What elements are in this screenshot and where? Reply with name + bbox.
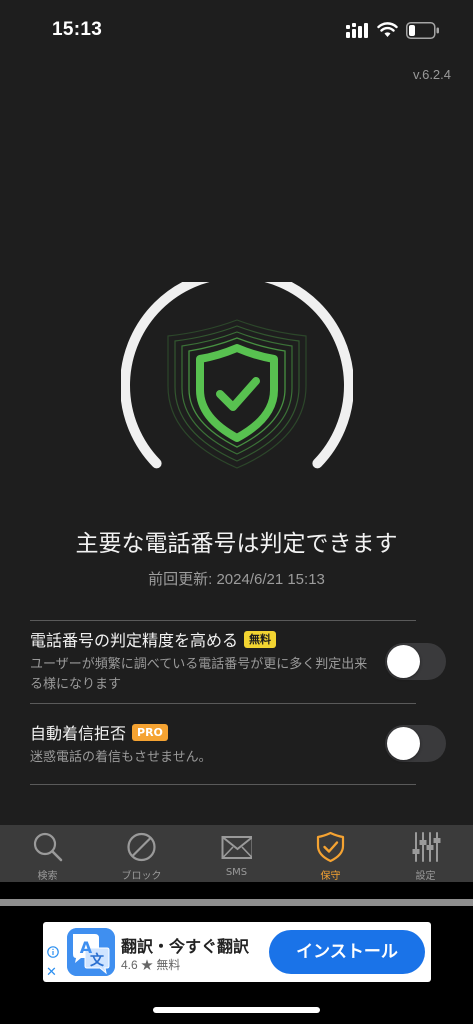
tab-label: 検索: [37, 871, 58, 882]
toggle-knob: [387, 645, 420, 678]
ad-app-name: 翻訳・今すぐ翻訳: [121, 937, 250, 956]
accuracy-toggle[interactable]: [385, 643, 446, 680]
divider: [30, 703, 416, 704]
setting-accuracy-description: ユーザーが頻繁に調べている電話番号が更に多く判定出来る様になります: [30, 657, 368, 692]
setting-autoblock-title: 自動着信拒否 PRO: [30, 720, 168, 744]
tab-label: SMS: [225, 867, 248, 878]
close-icon[interactable]: ✕: [46, 964, 57, 980]
version-label: v.6.2.4: [412, 67, 451, 82]
setting-autoblock-label: 自動着信拒否: [30, 724, 127, 743]
install-button[interactable]: インストール: [269, 930, 425, 974]
tab-sms[interactable]: SMS: [189, 825, 284, 882]
status-time: 15:13: [52, 19, 103, 40]
divider: [30, 784, 416, 785]
toggle-knob: [387, 727, 420, 760]
sliders-icon: [412, 832, 441, 862]
tab-label: 保守: [320, 871, 341, 882]
tab-settings[interactable]: 設定: [378, 825, 473, 882]
battery-icon: [406, 22, 439, 39]
tab-block[interactable]: ブロック: [94, 825, 189, 882]
last-update-label: 前回更新: 2024/6/21 15:13: [148, 571, 325, 588]
setting-accuracy-label: 電話番号の判定精度を高める: [30, 631, 239, 650]
cellular-signal-icon: [346, 23, 368, 38]
ad-separator: [0, 899, 473, 906]
info-icon[interactable]: [47, 946, 59, 958]
shield-check-icon: [316, 831, 345, 863]
translate-icon: A 文: [67, 928, 115, 976]
ad-rating: 4.6 ★ 無料: [121, 958, 181, 972]
wifi-icon: [377, 22, 398, 37]
free-badge: 無料: [244, 630, 277, 648]
divider: [30, 620, 416, 621]
search-icon: [33, 832, 63, 862]
status-headline: 主要な電話番号は判定できます: [75, 531, 398, 557]
shield-check-icon: [167, 319, 307, 469]
setting-autoblock-description: 迷惑電話の着信もさせません。: [30, 750, 212, 765]
tab-search[interactable]: 検索: [0, 825, 95, 882]
tab-maintenance[interactable]: 保守: [283, 825, 378, 882]
autoblock-toggle[interactable]: [385, 725, 446, 762]
translate-app-icon: A 文: [67, 928, 115, 976]
mail-icon: [221, 836, 252, 859]
block-icon: [127, 832, 156, 862]
icon-letter-b: 文: [90, 952, 105, 969]
ad-banner[interactable]: ✕ A 文 翻訳・今すぐ翻訳 4.6 ★ 無料 インストール: [43, 922, 431, 982]
setting-accuracy-title: 電話番号の判定精度を高める 無料: [30, 627, 277, 651]
tab-bar: 検索 ブロック SMS 保守 設定: [0, 825, 473, 882]
pro-badge: PRO: [132, 723, 168, 741]
tab-label: 設定: [415, 871, 436, 882]
tab-label: ブロック: [121, 871, 162, 882]
home-indicator[interactable]: [153, 1007, 320, 1013]
app-screen: 15:13 v.6.2.4 主要な電話番号は判定できます 前回更新: 2024/…: [0, 0, 473, 882]
